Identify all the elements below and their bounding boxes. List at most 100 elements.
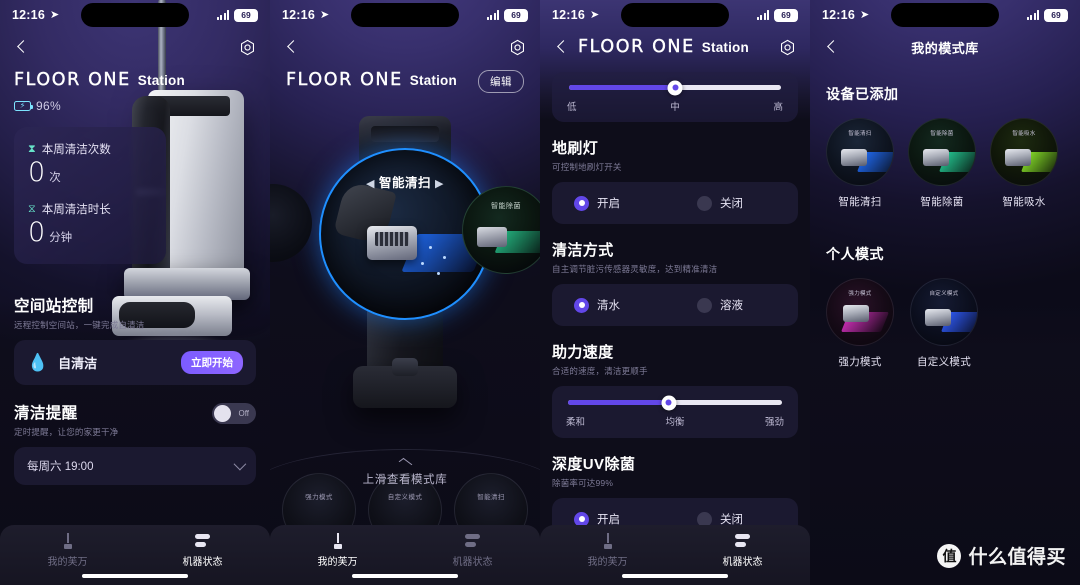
tab-my-device[interactable]: 我的芙万 [540,532,675,568]
start-now-button[interactable]: 立即开始 [181,350,243,374]
section-title: 设备已添加 [826,86,899,102]
dial-side-left[interactable] [270,184,312,262]
mode-label: 智能除菌 [920,196,964,208]
mode-item-absorb-water[interactable]: 智能吸水 智能吸水 [990,118,1058,209]
mode-item-powerful[interactable]: 强力模式 强力模式 [826,278,894,369]
setting-brush-light: 地刷灯 可控制地刷灯开关 开启 关闭 [540,137,810,224]
setting-assist-speed: 助力速度 合适的速度，清洁更顺手 柔和 均衡 强劲 [540,341,810,438]
stat-label-text: 本周清洁次数 [41,144,111,156]
stat-label-text: 本周清洁时长 [41,204,111,217]
back-chevron-icon[interactable] [554,39,570,55]
stat-value: 0 [28,217,46,249]
location-arrow-icon: ➤ [49,8,60,21]
tab-label: 我的芙万 [317,557,358,568]
smzdm-logo-icon: 值 [937,543,962,568]
section-title: 空间站控制 [14,297,94,315]
slider-thumb[interactable] [661,395,677,410]
status-right: 69 [216,8,258,22]
assist-speed-track[interactable] [568,395,782,410]
page-title: 我的模式库 [911,40,979,56]
dial-side-sanitize[interactable]: 智能除菌 [462,186,540,274]
slider-label-mid: 中 [670,102,680,113]
section-subtitle: 远程控制空间站，一键完成自清洁 [14,319,145,330]
watermark-text: 什么值得买 [968,547,1066,568]
slider-tick-labels: 柔和 均衡 强劲 [564,414,786,428]
status-time: 12:16 [552,8,585,22]
radio-label: 溶液 [720,300,743,312]
gear-icon[interactable] [239,39,256,56]
gear-icon[interactable] [509,39,526,56]
slider-tick-labels: 低 中 高 [565,99,785,113]
mode-item-custom[interactable]: 自定义模式 自定义模式 [910,278,978,369]
section-title: 个人模式 [826,246,884,262]
radio-option-off[interactable]: 关闭 [675,195,798,211]
swipe-up-hint[interactable]: 上滑查看模式库 [270,457,540,487]
tab-label: 我的芙万 [47,557,88,568]
section-title: 地刷灯 [552,140,599,157]
radio-dot-icon [697,195,712,211]
section-title: 助力速度 [552,344,614,361]
gear-icon[interactable] [779,39,796,56]
status-time: 12:16 [822,8,855,22]
radio-dot-icon [574,195,589,211]
status-bar: 12:16 ➤ 69 [540,0,810,30]
mode-item-sanitize[interactable]: 智能除菌 智能除菌 [908,118,976,209]
status-bar: 12:16 ➤ 69 [810,0,1080,30]
radio-option-on[interactable]: 开启 [552,195,675,211]
back-chevron-icon[interactable] [14,39,30,55]
cleaning-reminder-section: 清洁提醒 定时提醒，让您的家更干净 Off 每周六 19:00 [0,401,270,485]
swipe-hint-text: 上滑查看模式库 [362,474,448,486]
tab-machine-status[interactable]: 机器状态 [135,532,270,568]
mode-label: 强力模式 [838,356,882,368]
panel2-nav [270,30,540,64]
weekly-stats-card: ⧗ 本周清洁次数 0次 ⧖ 本周清洁时长 0 分钟 [14,127,166,264]
tab-machine-status[interactable]: 机器状态 [675,532,810,568]
tab-label: 机器状态 [182,557,223,568]
status-bar: 12:16 ➤ 69 [270,0,540,30]
slider-thumb[interactable] [667,80,683,95]
panel3-nav: FLOOR ONE Station [540,30,810,64]
self-clean-card[interactable]: 💧 自清洁 立即开始 [14,339,256,385]
setting-cleaning-mode: 清洁方式 自主调节脏污传感器灵敏度，达到精准清洁 清水 溶液 [540,239,810,326]
arrow-left-icon[interactable]: ◀ [366,178,375,190]
mode-item-smart-clean[interactable]: 智能清扫 智能清扫 [826,118,894,209]
status-time: 12:16 [12,8,45,22]
tab-my-device[interactable]: 我的芙万 [270,532,405,568]
home-indicator [82,574,188,578]
status-bar: 12:16 ➤ 69 [0,0,270,30]
panel-mode-dial: 12:16 ➤ 69 FLOOR ONE Station 编辑 智能除菌 ◀ 智… [270,0,540,585]
stat-unit: 次 [49,172,61,184]
dial-brush-shape [367,226,417,260]
tab-my-device[interactable]: 我的芙万 [0,532,135,568]
radio-dot-icon [697,297,712,313]
device-battery-percent: 96% [36,99,61,113]
reminder-toggle[interactable]: Off [212,402,256,424]
status-right: 69 [486,8,528,22]
radio-option-water[interactable]: 清水 [552,297,675,313]
suction-slider-track[interactable] [569,80,781,95]
reminder-schedule-select[interactable]: 每周六 19:00 [14,446,256,485]
radio-label: 清水 [597,300,620,312]
panel1-nav [0,30,270,64]
back-chevron-icon[interactable] [284,39,300,55]
toggle-knob [214,404,231,422]
section-subtitle: 除菌率可达99% [552,478,614,488]
panel-mode-library: 12:16 ➤ 69 我的模式库 设备已添加 智能清扫 智能清扫 智能除菌 智能… [810,0,1080,585]
device-battery-row: ⚡ 96% [0,99,270,113]
device-mode-grid: 智能清扫 智能清扫 智能除菌 智能除菌 智能吸水 智能吸水 [826,118,1064,209]
dial-mode-label: 智能清扫 [378,176,431,190]
slider-label-low: 低 [567,102,577,113]
panel4-nav: 我的模式库 [810,30,1080,64]
slider-label-high: 强劲 [764,417,784,428]
water-drop-icon: 💧 [27,352,49,372]
brand-wordmark: FLOOR ONE Station [578,37,749,57]
chevron-up-icon [398,457,412,469]
radio-option-solution[interactable]: 溶液 [675,297,798,313]
status-battery: 69 [504,8,528,22]
home-indicator [352,574,458,578]
arrow-right-icon[interactable]: ▶ [435,178,444,190]
edit-button[interactable]: 编辑 [478,70,524,93]
slider-label-high: 高 [773,102,783,113]
tab-machine-status[interactable]: 机器状态 [405,532,540,568]
screenshot-strip: 12:16 ➤ 69 FLOOR ONE Station ⚡ 96% ⧗ 本周清… [0,0,1080,585]
